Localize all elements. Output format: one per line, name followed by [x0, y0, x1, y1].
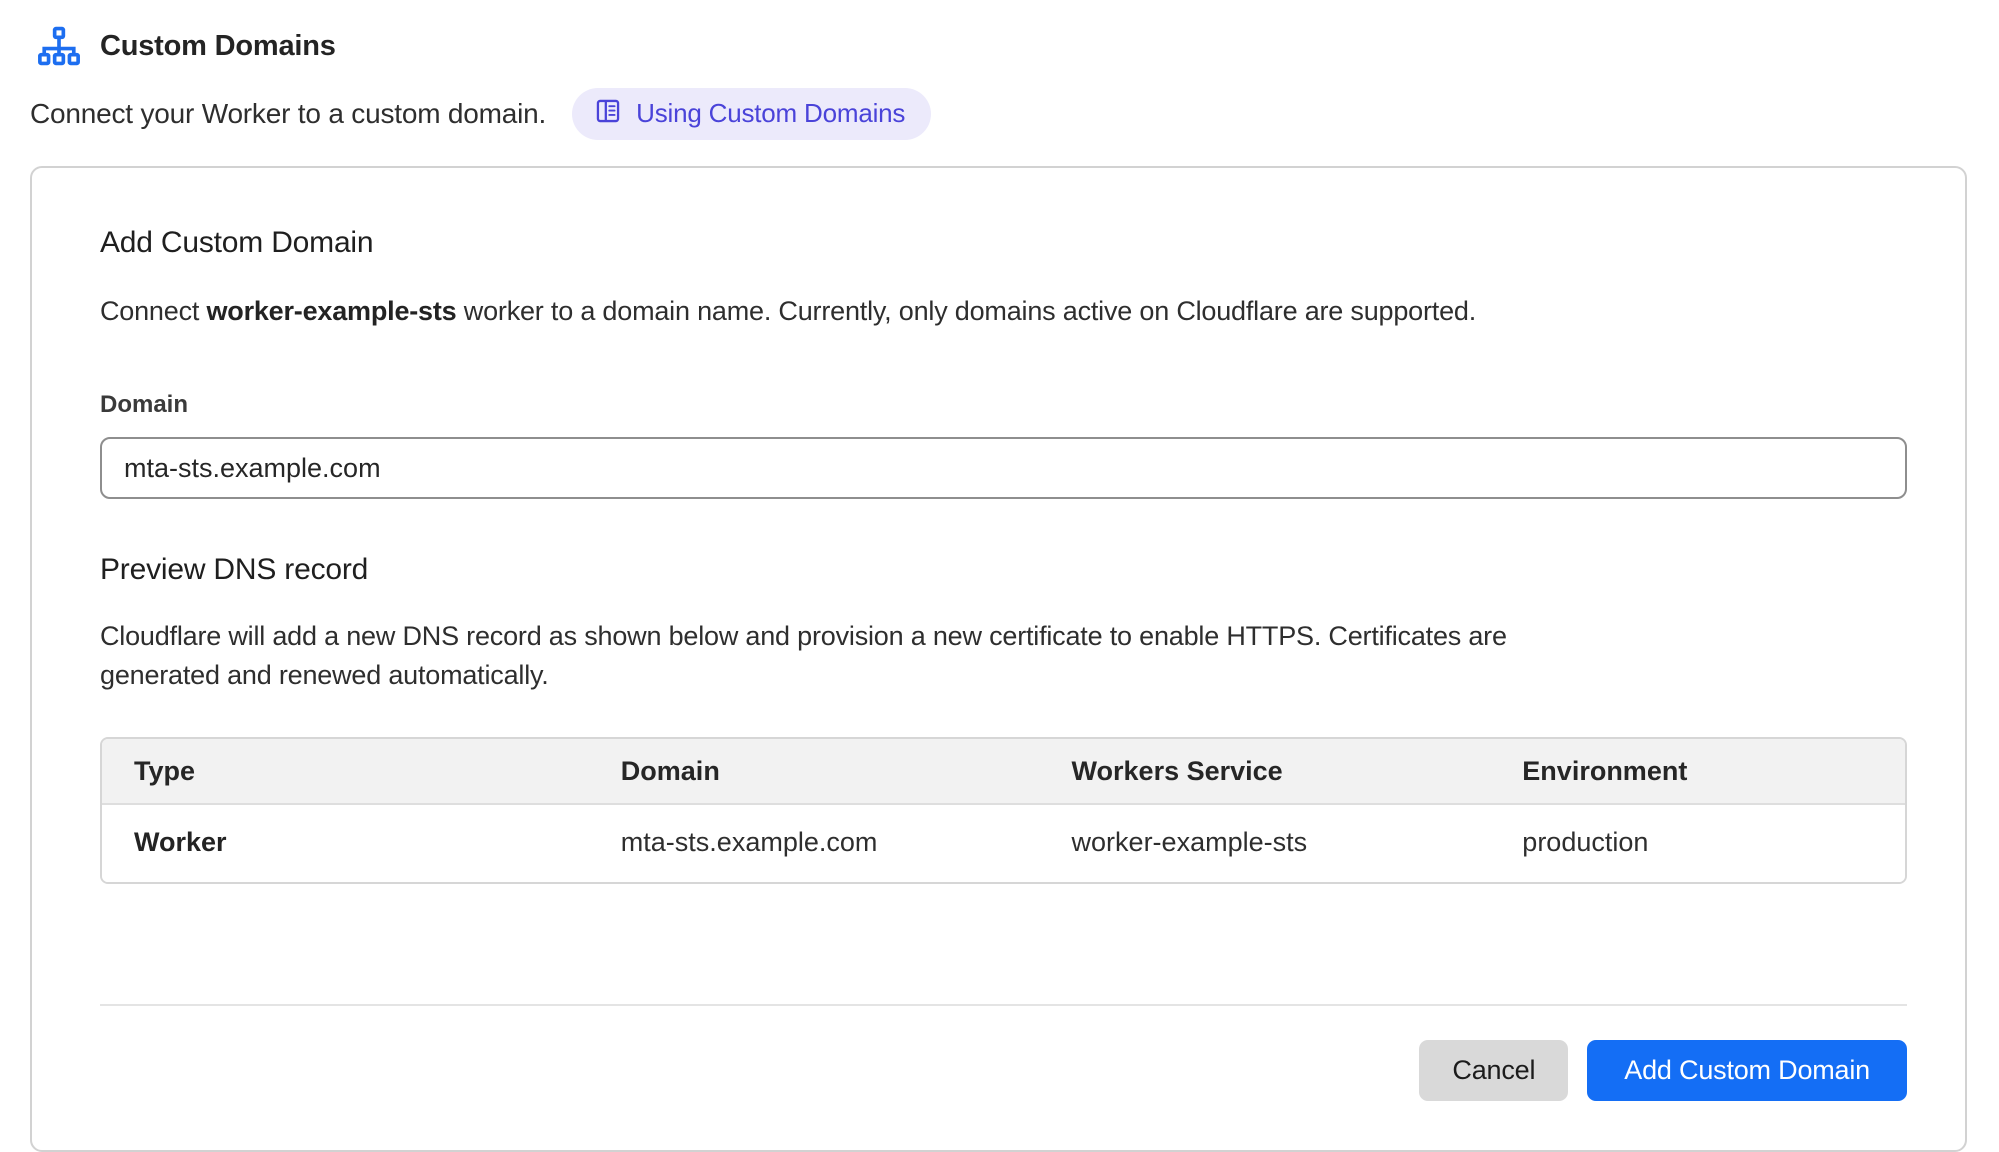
intro-suffix: worker to a domain name. Currently, only… — [456, 296, 1476, 326]
cancel-button[interactable]: Cancel — [1419, 1040, 1568, 1101]
add-custom-domain-button[interactable]: Add Custom Domain — [1587, 1040, 1907, 1101]
sitemap-icon — [38, 26, 80, 66]
table-row: Worker mta-sts.example.com worker-exampl… — [102, 805, 1905, 882]
worker-name: worker-example-sts — [206, 296, 456, 326]
open-book-icon — [594, 97, 622, 130]
cell-type: Worker — [102, 805, 589, 882]
docs-link-badge[interactable]: Using Custom Domains — [572, 88, 931, 140]
page-subheader: Connect your Worker to a custom domain. … — [30, 88, 1969, 140]
preview-dns-title: Preview DNS record — [100, 553, 1907, 587]
preview-dns-description: Cloudflare will add a new DNS record as … — [100, 617, 1575, 695]
custom-domains-page: Custom Domains Connect your Worker to a … — [0, 0, 1999, 1152]
page-subtitle: Connect your Worker to a custom domain. — [30, 98, 546, 130]
page-title: Custom Domains — [100, 30, 336, 63]
docs-link-label: Using Custom Domains — [636, 98, 905, 129]
intro-prefix: Connect — [100, 296, 206, 326]
cell-environment: production — [1490, 805, 1905, 882]
column-header-workers-service: Workers Service — [1040, 739, 1491, 805]
domain-label: Domain — [100, 391, 1907, 419]
table-header-row: Type Domain Workers Service Environment — [102, 739, 1905, 805]
column-header-domain: Domain — [589, 739, 1040, 805]
add-custom-domain-panel: Add Custom Domain Connect worker-example… — [30, 166, 1967, 1152]
domain-input[interactable] — [100, 437, 1907, 499]
cell-domain: mta-sts.example.com — [589, 805, 1040, 882]
footer-divider — [100, 1004, 1907, 1006]
cell-workers-service: worker-example-sts — [1040, 805, 1491, 882]
dialog-actions: Cancel Add Custom Domain — [100, 1040, 1907, 1101]
column-header-environment: Environment — [1490, 739, 1905, 805]
dns-preview-table: Type Domain Workers Service Environment … — [100, 737, 1907, 884]
page-header: Custom Domains — [30, 26, 1969, 66]
dialog-intro: Connect worker-example-sts worker to a d… — [100, 296, 1907, 327]
dialog-title: Add Custom Domain — [100, 226, 1907, 260]
column-header-type: Type — [102, 739, 589, 805]
